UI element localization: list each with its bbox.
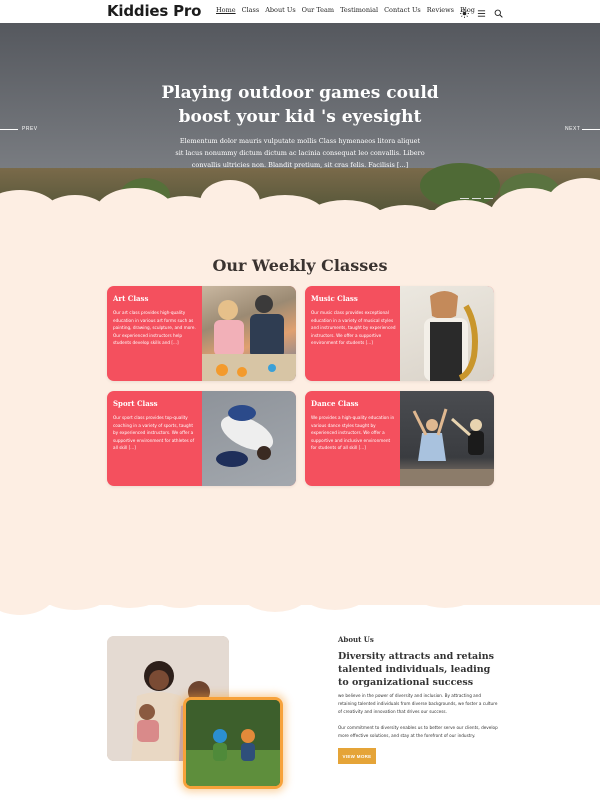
slider-dot[interactable] <box>460 198 469 199</box>
card-text: Our art class provides high-quality educ… <box>113 310 196 345</box>
class-card-sport[interactable]: Sport Class Our sport class provides top… <box>107 391 296 486</box>
cloud-shape <box>430 200 500 240</box>
sun-icon[interactable] <box>460 5 469 18</box>
nav-home[interactable]: Home <box>216 6 236 14</box>
hero-title: Playing outdoor games could boost your k… <box>161 83 439 127</box>
slider-dots <box>460 198 493 199</box>
nav-about-us[interactable]: About Us <box>265 6 295 14</box>
prev-line <box>0 129 18 130</box>
view-more-button[interactable]: VIEW MORE <box>338 748 376 764</box>
classes-title: Our Weekly Classes <box>212 256 388 275</box>
class-card-art[interactable]: Art Class Our art class provides high-qu… <box>107 286 296 381</box>
header-icons <box>460 5 503 18</box>
cloud-shape <box>410 570 480 608</box>
card-text: Our sport class provides top-quality coa… <box>113 415 195 450</box>
prev-button[interactable]: PREV <box>22 126 38 132</box>
search-icon[interactable] <box>494 5 503 18</box>
next-line <box>582 129 600 130</box>
music-class-photo <box>400 286 494 381</box>
nav-reviews[interactable]: Reviews <box>427 6 454 14</box>
art-class-photo <box>202 286 296 381</box>
nav-our-team[interactable]: Our Team <box>302 6 334 14</box>
about-title: Diversity attracts and retains talented … <box>338 651 494 688</box>
slider-dot[interactable] <box>484 198 493 199</box>
card-title: Art Class <box>113 294 149 303</box>
class-card-music[interactable]: Music Class Our music class provides exc… <box>305 286 494 381</box>
site-logo[interactable]: Kiddies Pro <box>107 2 201 20</box>
about-label: About Us <box>338 635 374 644</box>
nav-class[interactable]: Class <box>242 6 260 14</box>
about-kids-photo <box>183 697 283 789</box>
nav-contact-us[interactable]: Contact Us <box>384 6 421 14</box>
cloud-shape <box>300 572 370 610</box>
sport-class-photo <box>202 391 296 486</box>
menu-icon[interactable] <box>477 5 486 17</box>
nav-testimonial[interactable]: Testimonial <box>340 6 378 14</box>
site-header: Kiddies Pro Home Class About Us Our Team… <box>0 0 600 23</box>
card-title: Sport Class <box>113 399 158 408</box>
card-text: Our music class provides exceptional edu… <box>311 310 396 345</box>
next-button[interactable]: NEXT <box>565 126 580 132</box>
class-card-dance[interactable]: Dance Class We provides a high-quality e… <box>305 391 494 486</box>
about-paragraph: we believe in the power of diversity and… <box>338 693 498 714</box>
card-title: Music Class <box>311 294 358 303</box>
about-paragraph: Our commitment to diversity enables us t… <box>338 725 498 738</box>
card-text: We provides a high-quality education in … <box>311 415 395 450</box>
slider-dot[interactable] <box>472 198 481 199</box>
dance-class-photo <box>400 391 494 486</box>
main-nav: Home Class About Us Our Team Testimonial… <box>216 6 475 14</box>
card-title: Dance Class <box>311 399 359 408</box>
hero-text: Elementum dolor mauris vulputate mollis … <box>175 137 425 169</box>
